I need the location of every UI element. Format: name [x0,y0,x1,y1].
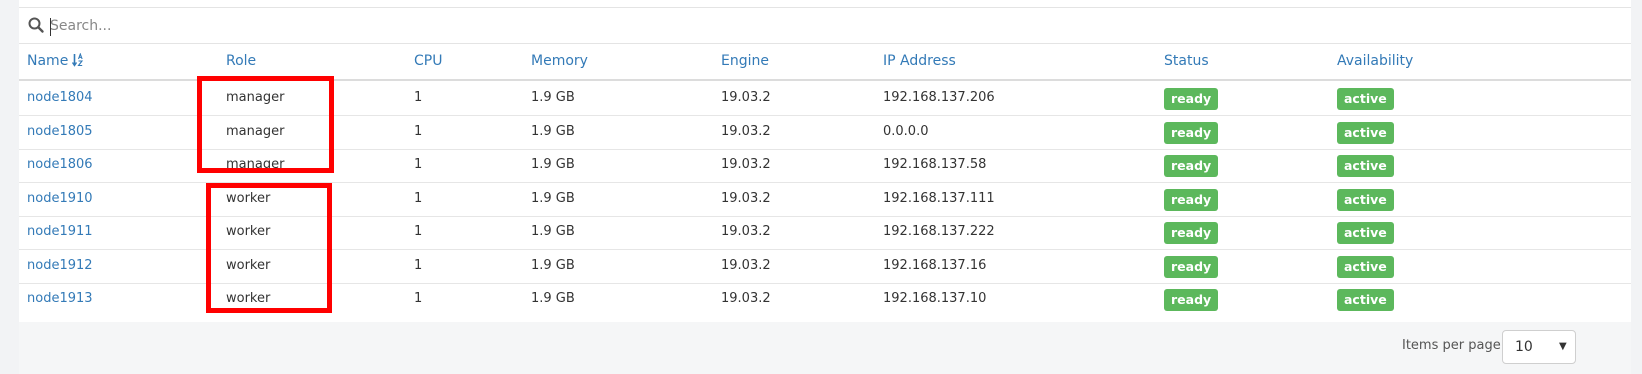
node-engine: 19.03.2 [721,157,771,172]
table-row: node1910 worker 1 1.9 GB 19.03.2 192.168… [19,182,1631,217]
node-memory: 1.9 GB [531,291,575,306]
search-input[interactable] [50,12,750,40]
node-engine: 19.03.2 [721,191,771,206]
node-role: worker [226,258,271,273]
items-per-page-value: 10 [1515,339,1533,355]
node-memory: 1.9 GB [531,224,575,239]
caret-down-icon: ▼ [1559,341,1567,352]
items-per-page-select[interactable]: 10 ▼ [1502,330,1576,364]
sort-alpha-asc-icon [72,53,84,67]
column-header-status[interactable]: Status [1164,53,1209,69]
status-badge: ready [1164,289,1219,311]
node-ip-address: 192.168.137.10 [883,291,987,306]
node-role: manager [226,157,285,172]
status-badge: ready [1164,222,1219,244]
node-name-link[interactable]: node1804 [27,90,93,105]
table-header: Name Role CPU Memory Engine IP Address S… [19,44,1631,81]
right-gutter [1631,0,1642,374]
node-engine: 19.03.2 [721,124,771,139]
node-role: manager [226,124,285,139]
table-row: node1805 manager 1 1.9 GB 19.03.2 0.0.0.… [19,115,1631,150]
node-engine: 19.03.2 [721,258,771,273]
table-row: node1804 manager 1 1.9 GB 19.03.2 192.16… [19,81,1631,116]
node-cpu: 1 [414,291,423,306]
node-name-link[interactable]: node1910 [27,191,93,206]
column-header-name-label: Name [27,53,69,69]
availability-badge: active [1337,122,1394,144]
node-ip-address: 192.168.137.206 [883,90,995,105]
node-cpu: 1 [414,90,423,105]
search-bar [19,7,1631,44]
node-engine: 19.03.2 [721,291,771,306]
node-memory: 1.9 GB [531,90,575,105]
node-role: manager [226,90,285,105]
availability-badge: active [1337,222,1394,244]
node-name-link[interactable]: node1912 [27,258,93,273]
status-badge: ready [1164,256,1219,278]
node-memory: 1.9 GB [531,191,575,206]
pagination-footer: Items per page 10 ▼ [19,322,1631,374]
node-ip-address: 192.168.137.222 [883,224,995,239]
status-badge: ready [1164,88,1219,110]
node-ip-address: 192.168.137.16 [883,258,987,273]
node-memory: 1.9 GB [531,157,575,172]
column-header-availability[interactable]: Availability [1337,53,1413,69]
table-row: node1911 worker 1 1.9 GB 19.03.2 192.168… [19,215,1631,250]
items-per-page-label: Items per page [1402,338,1501,353]
column-header-cpu[interactable]: CPU [414,53,442,69]
node-name-link[interactable]: node1805 [27,124,93,139]
text-cursor [50,18,51,36]
node-name-link[interactable]: node1913 [27,291,93,306]
node-engine: 19.03.2 [721,224,771,239]
node-memory: 1.9 GB [531,124,575,139]
node-name-link[interactable]: node1806 [27,157,93,172]
availability-badge: active [1337,189,1394,211]
availability-badge: active [1337,88,1394,110]
column-header-role[interactable]: Role [226,53,256,69]
node-engine: 19.03.2 [721,90,771,105]
availability-badge: active [1337,289,1394,311]
table-row: node1806 manager 1 1.9 GB 19.03.2 192.16… [19,148,1631,183]
availability-badge: active [1337,155,1394,177]
status-badge: ready [1164,189,1219,211]
node-cpu: 1 [414,258,423,273]
column-header-engine[interactable]: Engine [721,53,769,69]
node-ip-address: 192.168.137.111 [883,191,995,206]
table-row: node1913 worker 1 1.9 GB 19.03.2 192.168… [19,282,1631,317]
node-cpu: 1 [414,191,423,206]
node-cpu: 1 [414,124,423,139]
column-header-ip-address[interactable]: IP Address [883,53,956,69]
column-header-memory[interactable]: Memory [531,53,588,69]
status-badge: ready [1164,155,1219,177]
status-badge: ready [1164,122,1219,144]
node-role: worker [226,224,271,239]
nodes-table-panel: Name Role CPU Memory Engine IP Address S… [19,0,1631,374]
table-row: node1912 worker 1 1.9 GB 19.03.2 192.168… [19,249,1631,284]
availability-badge: active [1337,256,1394,278]
node-name-link[interactable]: node1911 [27,224,93,239]
node-cpu: 1 [414,157,423,172]
left-gutter [0,0,19,374]
node-ip-address: 192.168.137.58 [883,157,987,172]
column-header-name[interactable]: Name [27,53,84,69]
node-ip-address: 0.0.0.0 [883,124,929,139]
node-role: worker [226,291,271,306]
search-icon [28,17,44,33]
node-memory: 1.9 GB [531,258,575,273]
node-role: worker [226,191,271,206]
node-cpu: 1 [414,224,423,239]
